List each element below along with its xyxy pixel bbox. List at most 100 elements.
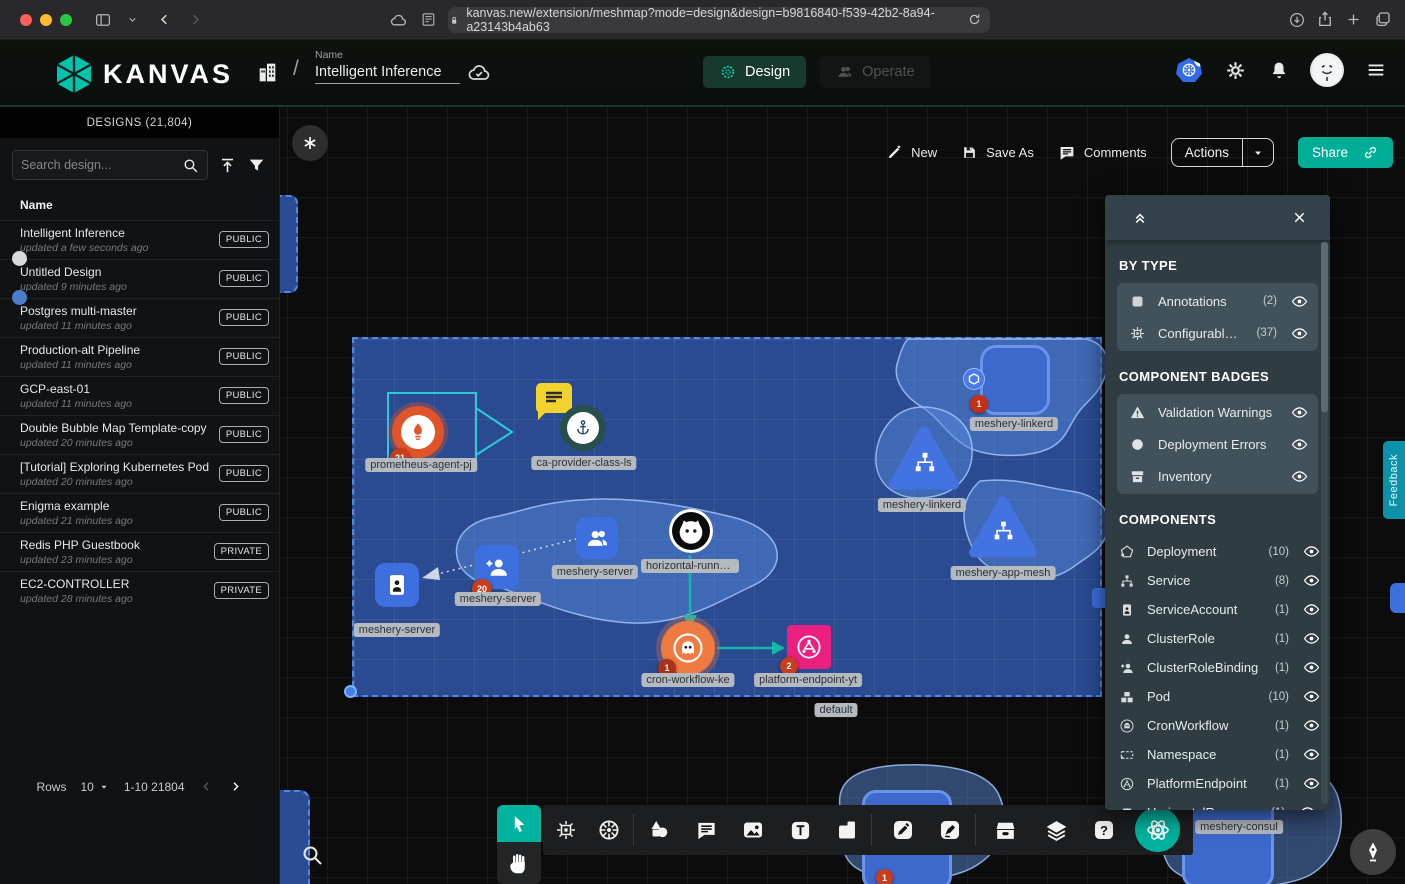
design-list-item[interactable]: Double Bubble Map Template-copy updated … xyxy=(0,415,279,454)
back-button[interactable] xyxy=(156,11,173,28)
visibility-eye-icon[interactable] xyxy=(1303,572,1320,589)
visibility-eye-icon[interactable] xyxy=(1303,601,1320,618)
kubernetes-context-icon[interactable]: 1 xyxy=(1176,58,1202,82)
actions-dropdown[interactable]: Actions xyxy=(1171,138,1274,167)
feedback-tab[interactable]: Feedback xyxy=(1383,441,1405,519)
settings-gear-icon[interactable] xyxy=(1225,60,1246,81)
node-service-appmesh[interactable] xyxy=(968,495,1038,559)
visibility-eye-icon[interactable] xyxy=(1303,688,1320,705)
tab-operate[interactable]: Operate xyxy=(820,56,930,88)
design-list-item[interactable]: EC2-CONTROLLER updated 28 minutes ago PR… xyxy=(0,571,279,610)
share-button[interactable]: Share xyxy=(1298,137,1393,168)
comments-button[interactable]: Comments xyxy=(1058,144,1147,162)
design-list-item[interactable]: Production-alt Pipeline updated 11 minut… xyxy=(0,337,279,376)
next-page-button[interactable] xyxy=(228,779,243,794)
save-as-button[interactable]: Save As xyxy=(961,144,1034,161)
component-row-service[interactable]: Service (8) xyxy=(1105,566,1330,595)
design-list-item[interactable]: Untitled Design updated 9 minutes ago PU… xyxy=(0,259,279,298)
reader-icon[interactable] xyxy=(420,11,437,28)
visibility-eye-icon[interactable] xyxy=(1303,630,1320,647)
prev-page-button[interactable] xyxy=(199,779,214,794)
design-config-button[interactable] xyxy=(292,125,328,161)
help-tool-button[interactable] xyxy=(1086,812,1122,848)
collapse-all-icon[interactable] xyxy=(1131,209,1149,227)
rows-per-page-select[interactable]: 10 xyxy=(80,780,109,794)
node-serviceaccount[interactable] xyxy=(375,563,419,607)
visibility-eye-icon[interactable] xyxy=(1303,543,1320,560)
pen-tool-button[interactable] xyxy=(885,812,921,848)
filter-icon[interactable] xyxy=(247,156,266,175)
sticky-note-tool-button[interactable] xyxy=(829,812,865,848)
badge-row-validation-warnings[interactable]: Validation Warnings xyxy=(1117,396,1318,428)
visibility-eye-icon[interactable] xyxy=(1303,659,1320,676)
badge-row-inventory[interactable]: Inventory xyxy=(1117,460,1318,492)
visibility-eye-icon[interactable] xyxy=(1303,775,1320,792)
visibility-eye-icon[interactable] xyxy=(1291,293,1308,310)
select-tool-button[interactable] xyxy=(497,805,541,842)
new-button[interactable]: New xyxy=(886,144,937,161)
design-list-item[interactable]: Postgres multi-master updated 11 minutes… xyxy=(0,298,279,337)
traffic-light-minimize[interactable] xyxy=(40,14,52,26)
visibility-eye-icon[interactable] xyxy=(1291,404,1308,421)
design-list-item[interactable]: [Tutorial] Exploring Kubernetes Pod upda… xyxy=(0,454,279,493)
block-arrow-head[interactable] xyxy=(476,408,512,455)
design-list-item[interactable]: GCP-east-01 updated 11 minutes ago PUBLI… xyxy=(0,376,279,415)
design-search-box[interactable] xyxy=(12,150,208,180)
design-list-item[interactable]: Enigma example updated 21 minutes ago PU… xyxy=(0,493,279,532)
kanvas-logo[interactable]: KANVAS xyxy=(55,54,233,94)
actions-caret-icon[interactable] xyxy=(1242,139,1273,166)
visibility-eye-icon[interactable] xyxy=(1291,436,1308,453)
layers-tool-button[interactable] xyxy=(1038,812,1074,848)
freehand-pen-button[interactable] xyxy=(1350,829,1396,875)
node-service-linkerd[interactable] xyxy=(888,425,960,491)
reload-icon[interactable] xyxy=(967,12,982,27)
panel-scrollbar-thumb[interactable] xyxy=(1321,242,1328,412)
component-row-namespace[interactable]: Namespace (1) xyxy=(1105,740,1330,769)
downloads-icon[interactable] xyxy=(1288,11,1306,29)
tab-design[interactable]: Design xyxy=(703,56,806,88)
node-github-runner[interactable] xyxy=(669,509,713,553)
share-page-icon[interactable] xyxy=(1316,10,1334,28)
meshery-extensions-button[interactable] xyxy=(1135,807,1180,852)
node-deployment-linkerd[interactable] xyxy=(980,345,1050,415)
visibility-eye-icon[interactable] xyxy=(1291,325,1308,342)
component-row-cronworkflow[interactable]: CronWorkflow (1) xyxy=(1105,711,1330,740)
badge-row-deployment-errors[interactable]: Deployment Errors xyxy=(1117,428,1318,460)
component-row-horizontalrunnerautoscaler[interactable]: HorizontalRunnerAutoscaler (1) xyxy=(1105,798,1330,810)
design-name-input[interactable] xyxy=(315,61,460,84)
visibility-eye-icon[interactable] xyxy=(1303,746,1320,763)
marker-tool-button[interactable] xyxy=(932,812,968,848)
user-avatar[interactable] xyxy=(1312,55,1342,85)
design-list-item[interactable]: Intelligent Inference updated a few seco… xyxy=(0,220,279,259)
zoom-tool-icon[interactable] xyxy=(300,843,324,867)
design-list-item[interactable]: Redis PHP Guestbook updated 23 minutes a… xyxy=(0,532,279,571)
component-row-clusterrole[interactable]: ClusterRole (1) xyxy=(1105,624,1330,653)
component-row-clusterrolebinding[interactable]: ClusterRoleBinding (1) xyxy=(1105,653,1330,682)
comment-tool-button[interactable] xyxy=(688,812,724,848)
comment-annotation-icon[interactable] xyxy=(536,383,572,413)
design-search-input[interactable] xyxy=(21,158,182,172)
node-badge[interactable]: 1 xyxy=(970,395,988,413)
forward-button[interactable] xyxy=(187,11,204,28)
visibility-eye-icon[interactable] xyxy=(1291,468,1308,485)
component-row-serviceaccount[interactable]: ServiceAccount (1) xyxy=(1105,595,1330,624)
organization-icon[interactable] xyxy=(255,60,280,85)
kubernetes-tool-button[interactable] xyxy=(591,812,627,848)
close-panel-icon[interactable] xyxy=(1291,209,1308,226)
by-type-row-configurable[interactable]: Configurable Components (37) xyxy=(1117,317,1318,349)
pan-tool-button[interactable] xyxy=(497,842,541,884)
text-tool-button[interactable] xyxy=(782,812,818,848)
component-row-deployment[interactable]: Deployment (10) xyxy=(1105,537,1330,566)
image-tool-button[interactable] xyxy=(735,812,771,848)
address-bar[interactable]: kanvas.new/extension/meshmap?mode=design… xyxy=(448,7,990,33)
by-type-row-annotations[interactable]: Annotations (2) xyxy=(1117,285,1318,317)
notifications-bell-icon[interactable] xyxy=(1269,60,1289,80)
node-ca-provider[interactable] xyxy=(560,405,606,451)
component-row-pod[interactable]: Pod (10) xyxy=(1105,682,1330,711)
node-clusterrole[interactable] xyxy=(576,517,618,559)
hamburger-menu-icon[interactable] xyxy=(1365,59,1387,81)
tab-overview-icon[interactable] xyxy=(1374,10,1392,28)
traffic-light-close[interactable] xyxy=(20,14,32,26)
new-tab-icon[interactable] xyxy=(1345,11,1362,28)
component-row-platformendpoint[interactable]: PlatformEndpoint (1) xyxy=(1105,769,1330,798)
